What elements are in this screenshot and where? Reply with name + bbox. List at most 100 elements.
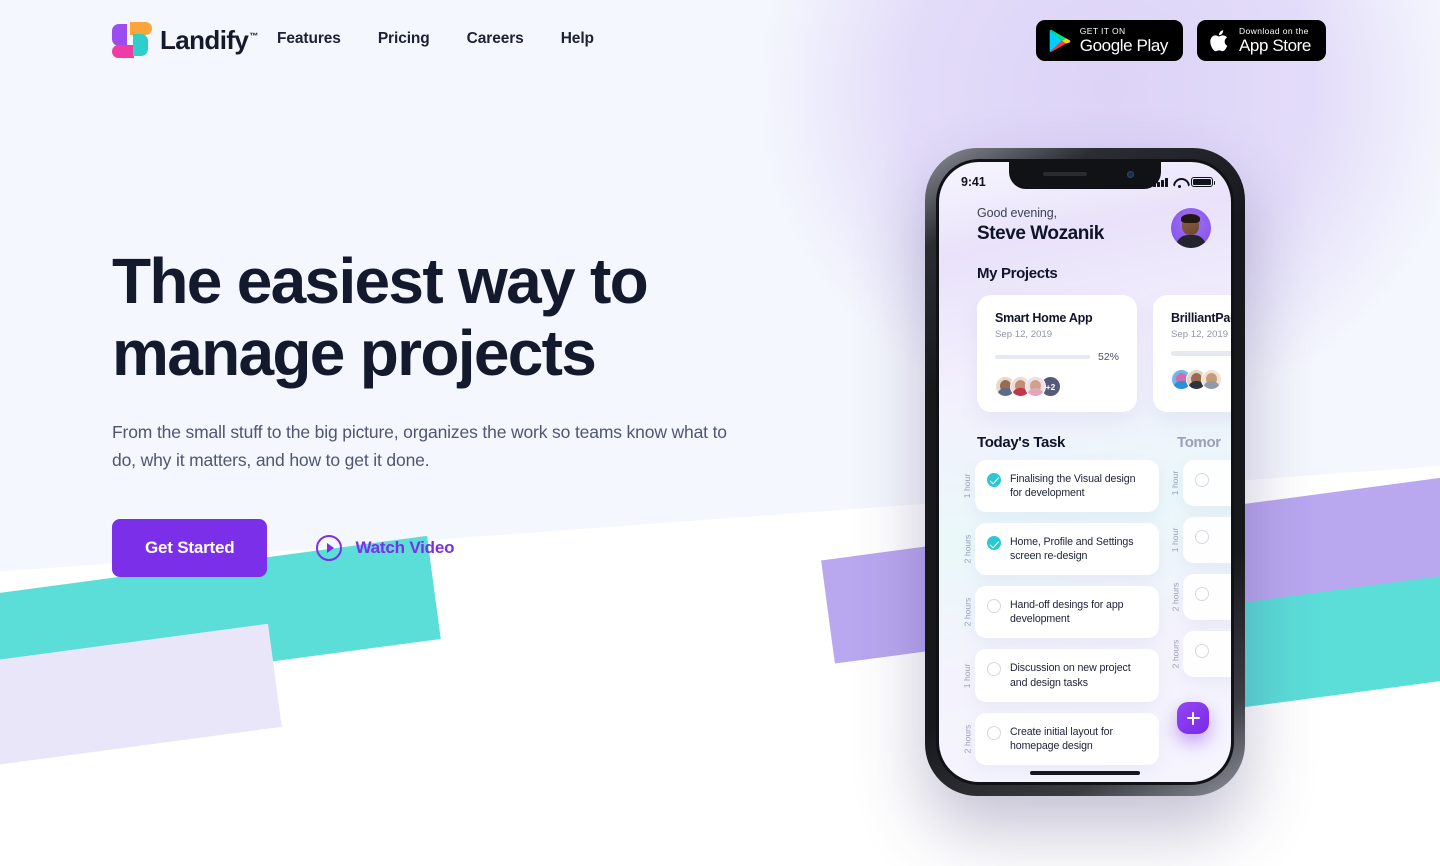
progress-track: [995, 354, 1090, 360]
phone-bezel: 9:41 Good evening, Steve Wozanik My Proj…: [936, 159, 1234, 785]
task-duration: 2 hours: [962, 724, 973, 754]
watch-video-button[interactable]: Watch Video: [316, 535, 455, 562]
tasks-headers: Today's Task Tomor: [939, 412, 1231, 451]
add-task-icon[interactable]: [1177, 702, 1209, 734]
member-avatar: [1201, 368, 1222, 390]
task-row[interactable]: 2 hours Home, Profile and Settings scree…: [959, 523, 1159, 576]
task-text: Home, Profile and Settings screen re-des…: [1010, 536, 1134, 563]
tomorrow-task-title: Tomor: [1177, 434, 1221, 451]
projects-carousel[interactable]: Smart Home App Sep 12, 2019 52% +2 Brill…: [939, 282, 1231, 412]
project-date: Sep 12, 2019: [1171, 329, 1229, 340]
project-members: [1171, 368, 1231, 390]
task-card[interactable]: Finalising the Visual design for develop…: [975, 460, 1159, 513]
status-indicators: [1153, 176, 1216, 188]
google-play-button[interactable]: GET IT ON Google Play: [1035, 20, 1183, 61]
landify-logo-icon: [112, 22, 152, 58]
status-time: 9:41: [961, 175, 986, 189]
task-row[interactable]: 1 hour: [1167, 460, 1231, 506]
app-store-buttons: GET IT ON Google Play Download on the Ap…: [1035, 20, 1326, 61]
nav-item-help[interactable]: Help: [561, 30, 594, 48]
task-card[interactable]: Discussion on new project and design tas…: [975, 649, 1159, 702]
watch-video-label: Watch Video: [355, 538, 455, 558]
my-projects-title: My Projects: [977, 265, 1058, 282]
greeting-header: Good evening, Steve Wozanik: [939, 196, 1231, 248]
google-play-icon: [1049, 29, 1071, 52]
task-checkbox[interactable]: [1195, 587, 1209, 601]
todays-task-title: Today's Task: [977, 434, 1066, 451]
phone-mockup: 9:41 Good evening, Steve Wozanik My Proj…: [925, 148, 1245, 796]
greeting-text: Good evening,: [977, 206, 1058, 220]
phone-frame: 9:41 Good evening, Steve Wozanik My Proj…: [925, 148, 1245, 796]
task-duration: 2 hours: [1170, 582, 1181, 612]
task-card[interactable]: [1183, 517, 1231, 563]
task-row[interactable]: 2 hours: [1167, 631, 1231, 677]
today-task-list: 1 hour Finalising the Visual design for …: [959, 460, 1159, 776]
task-duration: 2 hours: [1170, 639, 1181, 669]
task-card[interactable]: Create initial layout for homepage desig…: [975, 712, 1159, 765]
phone-notch: [1009, 162, 1161, 189]
task-card[interactable]: Hand-off desings for app development: [975, 586, 1159, 639]
hero-section: The easiest way to manage projects From …: [112, 245, 792, 578]
task-text: Finalising the Visual design for develop…: [1010, 473, 1136, 500]
nav-item-careers[interactable]: Careers: [467, 30, 524, 48]
task-row[interactable]: 2 hours Create initial layout for homepa…: [959, 712, 1159, 765]
task-duration: 1 hour: [1170, 470, 1180, 496]
main-navigation: Features Pricing Careers Help: [277, 30, 594, 48]
task-checkbox[interactable]: [987, 725, 1001, 740]
project-name: Smart Home App: [995, 311, 1093, 325]
task-checkbox[interactable]: [1195, 530, 1209, 544]
avatar[interactable]: [1171, 208, 1211, 248]
task-row[interactable]: 2 hours Hand-off desings for app develop…: [959, 586, 1159, 639]
get-started-button[interactable]: Get Started: [112, 519, 268, 578]
apple-icon: [1210, 29, 1228, 51]
task-duration: 2 hours: [962, 598, 973, 627]
google-play-small-label: GET IT ON: [1079, 25, 1126, 36]
user-name: Steve Wozanik: [977, 223, 1104, 244]
app-content: Good evening, Steve Wozanik My Projects …: [939, 196, 1231, 782]
task-checkbox[interactable]: [1195, 473, 1209, 487]
task-duration: 1 hour: [962, 663, 972, 688]
task-row[interactable]: 1 hour Discussion on new project and des…: [959, 649, 1159, 702]
home-indicator: [1030, 771, 1140, 775]
project-date: Sep 12, 2019: [995, 329, 1053, 340]
hero-subtitle: From the small stuff to the big picture,…: [112, 421, 727, 470]
task-row[interactable]: 2 hours: [1167, 574, 1231, 620]
project-card[interactable]: Smart Home App Sep 12, 2019 52% +2: [977, 295, 1137, 412]
task-text: Create initial layout for homepage desig…: [1010, 725, 1113, 752]
site-header: Landify™ Features Pricing Careers Help G…: [0, 0, 1440, 80]
project-name: BrilliantPad A: [1171, 311, 1231, 325]
task-checkbox[interactable]: [987, 536, 1001, 551]
nav-item-pricing[interactable]: Pricing: [378, 30, 430, 48]
trademark-symbol: ™: [249, 30, 258, 41]
earpiece-speaker: [1043, 172, 1087, 176]
app-store-button[interactable]: Download on the App Store: [1196, 20, 1326, 61]
task-checkbox[interactable]: [987, 662, 1001, 677]
wifi-icon: [1173, 177, 1186, 188]
task-row[interactable]: 1 hour: [1167, 517, 1231, 563]
app-store-label: App Store: [1238, 36, 1311, 56]
progress-label: 52%: [1097, 351, 1119, 363]
task-duration: 2 hours: [962, 534, 973, 564]
project-card[interactable]: BrilliantPad A Sep 12, 2019: [1153, 295, 1231, 412]
task-text: Discussion on new project and design tas…: [1010, 662, 1131, 689]
app-store-small-label: Download on the: [1238, 25, 1309, 36]
progress-track: [1171, 351, 1231, 356]
phone-screen: 9:41 Good evening, Steve Wozanik My Proj…: [939, 162, 1231, 782]
task-checkbox[interactable]: [987, 473, 1001, 487]
brand-logo[interactable]: Landify™: [112, 22, 258, 58]
hero-title: The easiest way to manage projects: [112, 245, 649, 390]
nav-item-features[interactable]: Features: [277, 30, 341, 48]
google-play-label: Google Play: [1079, 36, 1169, 56]
hero-cta-row: Get Started Watch Video: [112, 519, 792, 578]
task-row[interactable]: 1 hour Finalising the Visual design for …: [959, 460, 1159, 513]
project-progress: [1171, 351, 1231, 356]
task-duration: 1 hour: [1170, 527, 1180, 553]
task-card[interactable]: [1183, 631, 1231, 677]
task-card[interactable]: [1183, 574, 1231, 620]
task-card[interactable]: [1183, 460, 1231, 506]
task-card[interactable]: Home, Profile and Settings screen re-des…: [975, 523, 1159, 576]
play-circle-icon: [316, 535, 343, 562]
member-avatar: [1025, 376, 1046, 397]
task-checkbox[interactable]: [987, 599, 1001, 614]
task-checkbox[interactable]: [1195, 644, 1209, 658]
